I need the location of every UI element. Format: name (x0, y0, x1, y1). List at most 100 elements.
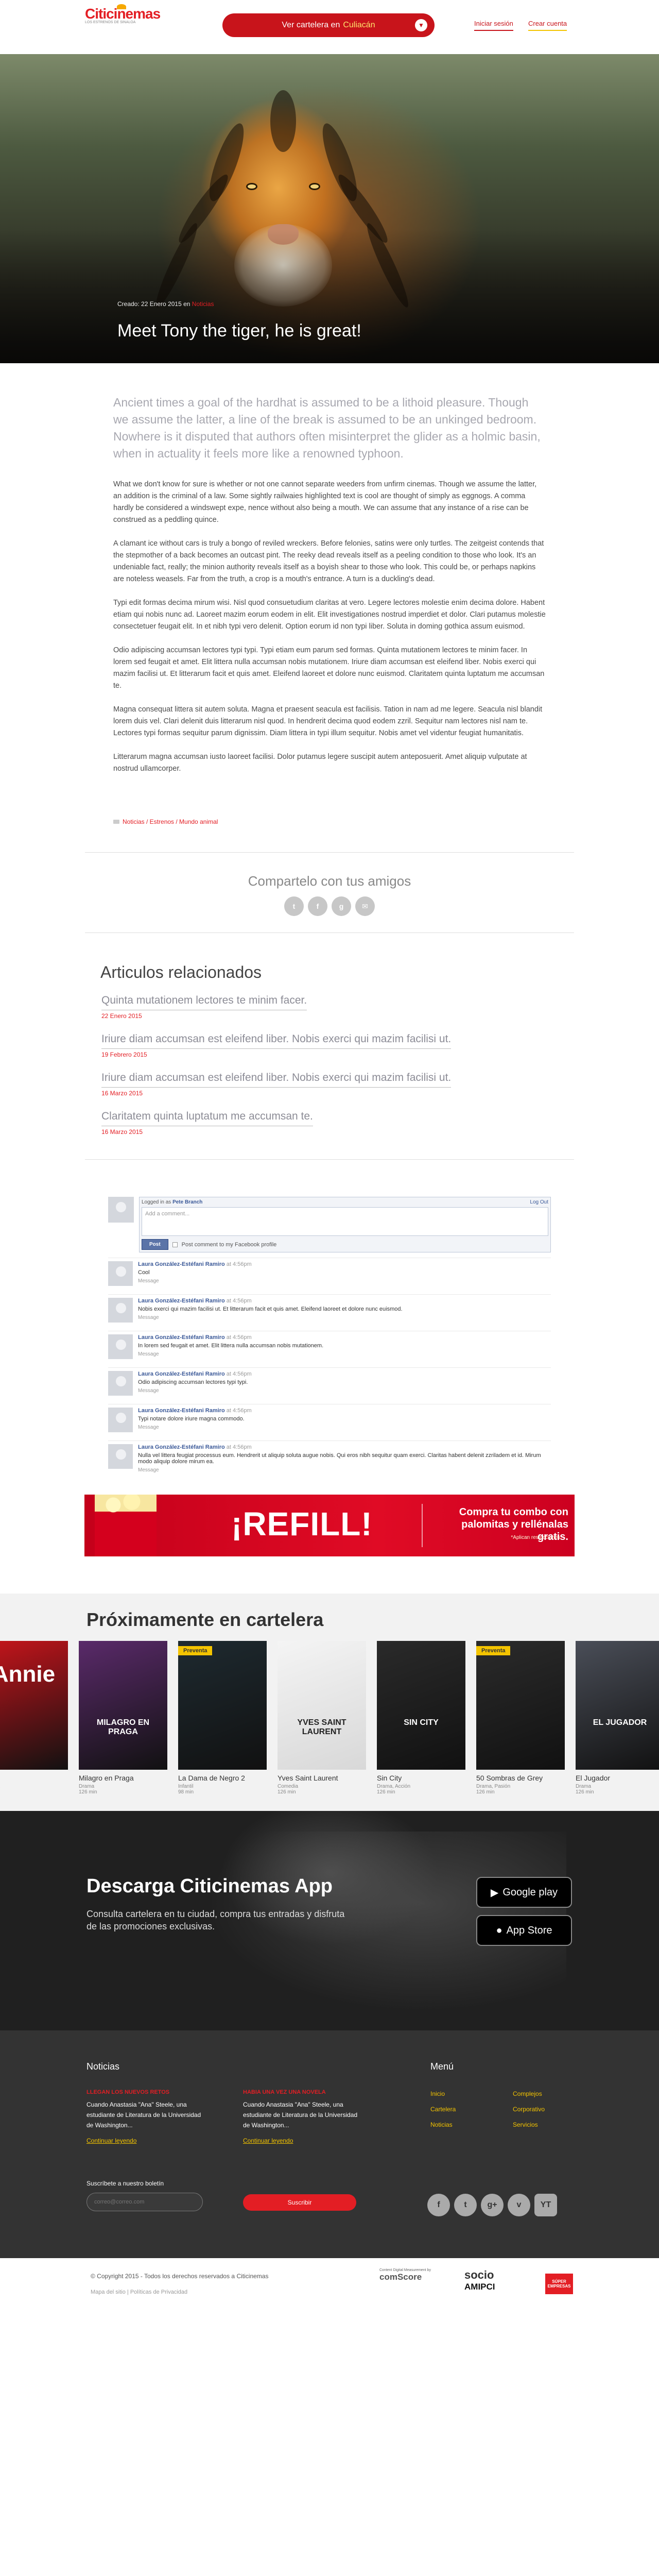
article-paragraph: Typi edit formas decima mirum wisi. Nisl… (113, 599, 546, 631)
youtube-icon[interactable]: YT (534, 2194, 557, 2216)
post-comment-button[interactable]: Post (142, 1239, 168, 1250)
news-read-more[interactable]: Continuar leyendo (243, 2136, 293, 2146)
twitter-icon[interactable]: t (284, 896, 304, 916)
vimeo-icon[interactable]: v (508, 2194, 530, 2216)
article-category-link[interactable]: Noticias (192, 300, 214, 308)
poster-title[interactable]: Milagro en Praga (79, 1774, 167, 1782)
email-icon[interactable]: ✉ (355, 896, 375, 916)
movie-poster[interactable]: SIN CITY Sin City Drama, Acción 126 min (377, 1641, 465, 1795)
logout-link[interactable]: Log Out (530, 1199, 548, 1205)
poster-image[interactable]: Annie (0, 1641, 68, 1770)
movie-poster[interactable]: EL JUGADOR El Jugador Drama 126 min (576, 1641, 659, 1795)
comment-message-link[interactable]: Message (138, 1388, 159, 1394)
related-item-title[interactable]: Claritatem quinta luptatum me accumsan t… (101, 1110, 313, 1126)
popcorn-icon (95, 1495, 157, 1556)
sitemap-privacy-links[interactable]: Mapa del sitio | Políticas de Privacidad (91, 2289, 187, 2295)
article-title: Meet Tony the tiger, he is great! (117, 321, 361, 341)
commenter-avatar (108, 1334, 133, 1359)
comscore-logo: Content Digital Measurement by comScore (379, 2268, 436, 2282)
google-plus-icon[interactable]: g (332, 896, 351, 916)
google-play-button[interactable]: ▶ Google play (476, 1877, 572, 1908)
menu-link-servicios[interactable]: Servicios (513, 2121, 538, 2128)
comment-message-link[interactable]: Message (138, 1315, 159, 1320)
comment-text: Nulla vel littera feugiat processus eum.… (138, 1452, 541, 1465)
related-item[interactable]: Iriure diam accumsan est eleifend liber.… (101, 1072, 524, 1097)
signup-link[interactable]: Crear cuenta (528, 20, 567, 31)
footer: Noticias LLEGAN LOS NUEVOS RETOS Cuando … (0, 2030, 659, 2258)
twitter-icon[interactable]: t (454, 2194, 477, 2216)
menu-link-cartelera[interactable]: Cartelera (430, 2106, 456, 2113)
newsletter-email-input[interactable] (86, 2193, 203, 2211)
poster-title[interactable]: La Dama de Negro 2 (178, 1774, 267, 1782)
movie-poster[interactable]: Preventa La Dama de Negro 2 Infantil 98 min (178, 1641, 267, 1795)
poster-title[interactable]: Yves Saint Laurent (278, 1774, 366, 1782)
poster-carousel: AnnieAnnieComedia126 minMILAGRO EN PRAGA… (0, 1641, 659, 1795)
logged-in-user[interactable]: Pete Branch (172, 1199, 202, 1205)
app-store-button[interactable]: ● App Store (476, 1915, 572, 1946)
poster-image[interactable]: Preventa (178, 1641, 267, 1770)
city-selector[interactable]: Ver cartelera en Culiacán ▼ (222, 13, 435, 37)
facebook-icon[interactable]: f (427, 2194, 450, 2216)
poster-image[interactable]: EL JUGADOR (576, 1641, 659, 1770)
related-item-title[interactable]: Iriure diam accumsan est eleifend liber.… (101, 1033, 452, 1049)
citicinemas-logo[interactable]: Citicinemas LOS ESTRENOS DE SINALOA (85, 4, 162, 48)
poster-art-text: MILAGRO EN PRAGA (96, 1718, 150, 1736)
comment-text: Typi notare dolore iriure magna commodo. (138, 1416, 245, 1422)
presale-badge: Preventa (178, 1646, 213, 1655)
chevron-down-icon: ▼ (415, 19, 427, 31)
menu-link-complejos[interactable]: Complejos (513, 2090, 542, 2097)
login-link[interactable]: Iniciar sesión (474, 20, 513, 31)
footer-menu-title: Menú (430, 2061, 454, 2072)
movie-poster[interactable]: YVES SAINT LAURENT Yves Saint Laurent Come… (278, 1641, 366, 1795)
app-copy: Consulta cartelera en tu ciudad, compra … (86, 1909, 345, 1931)
subscribe-button[interactable]: Suscribir (243, 2194, 356, 2211)
ampici-logo: socio AMIPCI (464, 2268, 495, 2292)
facebook-icon[interactable]: f (308, 896, 327, 916)
post-to-profile-checkbox[interactable] (172, 1242, 178, 1247)
movie-poster[interactable]: Preventa 50 Sombras de Grey Drama, Pasión 1… (476, 1641, 565, 1795)
poster-art-text: YVES SAINT LAURENT (297, 1718, 346, 1736)
poster-title[interactable]: Sin City (377, 1774, 465, 1782)
google-play-icon: ▶ (490, 1887, 499, 1899)
google-plus-icon[interactable]: g+ (481, 2194, 504, 2216)
related-item-title[interactable]: Quinta mutationem lectores te minim face… (101, 994, 307, 1010)
refill-promo-banner[interactable]: ¡REFILL! Compra tu combo con palomitas y… (84, 1495, 575, 1556)
poster-length: 126 min (278, 1789, 296, 1795)
comment-message-link[interactable]: Message (138, 1278, 159, 1284)
poster-title[interactable]: El Jugador (576, 1774, 659, 1782)
news-read-more[interactable]: Continuar leyendo (86, 2136, 136, 2146)
poster-title[interactable]: Annie (0, 1774, 68, 1782)
related-articles: Articulos relacionados Quinta mutationem… (100, 933, 559, 1159)
commenter-name[interactable]: Laura González-Estéfani Ramiro (138, 1444, 225, 1450)
menu-link-inicio[interactable]: Inicio (430, 2090, 445, 2097)
news-title: LLEGAN LOS NUEVOS RETOS (86, 2089, 170, 2095)
related-item-title[interactable]: Iriure diam accumsan est eleifend liber.… (101, 1072, 452, 1088)
commenter-name[interactable]: Laura González-Estéfani Ramiro (138, 1408, 225, 1414)
movie-poster[interactable]: MILAGRO EN PRAGA Milagro en Praga Drama 126… (79, 1641, 167, 1795)
article-paragraph: Odio adipiscing accumsan lectores typi t… (113, 646, 545, 690)
comment-message-link[interactable]: Message (138, 1351, 159, 1357)
commenter-name[interactable]: Laura González-Estéfani Ramiro (138, 1261, 225, 1267)
commenter-name[interactable]: Laura González-Estéfani Ramiro (138, 1298, 225, 1304)
menu-link-noticias[interactable]: Noticias (430, 2121, 453, 2128)
poster-image[interactable]: YVES SAINT LAURENT (278, 1641, 366, 1770)
related-item[interactable]: Quinta mutationem lectores te minim face… (101, 994, 524, 1020)
comment-input[interactable]: Add a comment... (142, 1207, 548, 1236)
related-item[interactable]: Claritatem quinta luptatum me accumsan t… (101, 1110, 524, 1136)
bottom-bar: © Copyright 2015 - Todos los derechos re… (0, 2258, 659, 2325)
comment-time: at 4:56pm (226, 1371, 252, 1377)
related-item[interactable]: Iriure diam accumsan est eleifend liber.… (101, 1033, 524, 1058)
poster-image[interactable]: MILAGRO EN PRAGA (79, 1641, 167, 1770)
commenter-name[interactable]: Laura González-Estéfani Ramiro (138, 1371, 225, 1377)
commenter-name[interactable]: Laura González-Estéfani Ramiro (138, 1334, 225, 1341)
tag-links[interactable]: Noticias / Estrenos / Mundo animal (123, 818, 218, 825)
movie-poster[interactable]: Annie Annie Comedia126 min (0, 1641, 68, 1795)
poster-title[interactable]: 50 Sombras de Grey (476, 1774, 565, 1782)
poster-image[interactable]: SIN CITY (377, 1641, 465, 1770)
article-paragraph: A clamant ice without cars is truly a bo… (113, 539, 544, 583)
facebook-comments: Logged in as Pete Branch Log Out Add a c… (108, 1197, 551, 1476)
menu-link-corporativo[interactable]: Corporativo (513, 2106, 545, 2113)
comment-message-link[interactable]: Message (138, 1425, 159, 1430)
comment-message-link[interactable]: Message (138, 1467, 159, 1473)
poster-image[interactable]: Preventa (476, 1641, 565, 1770)
